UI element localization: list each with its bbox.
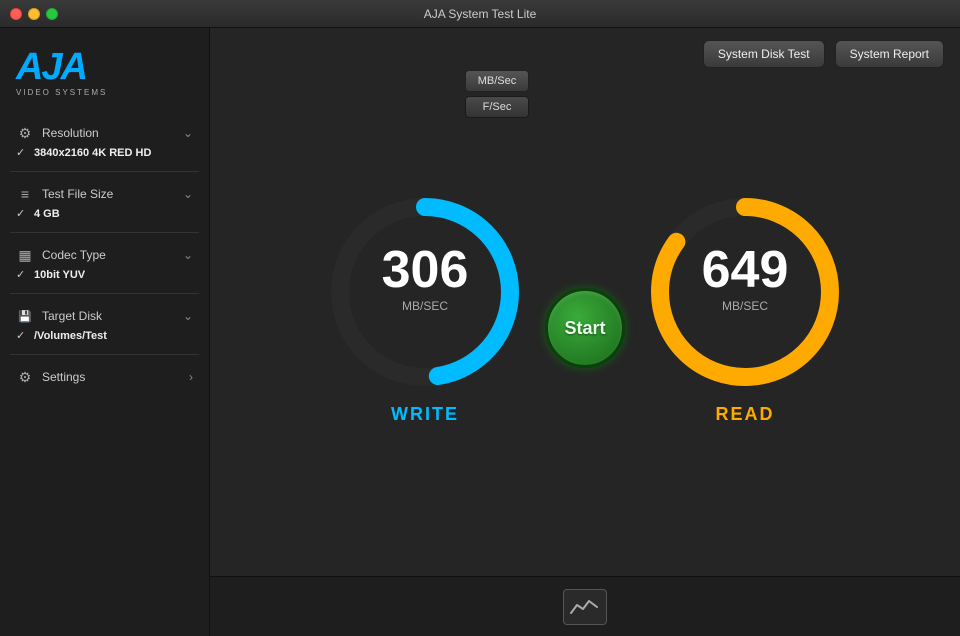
sidebar-item-settings: ⚙ Settings › <box>0 361 209 391</box>
read-label: READ <box>715 404 774 425</box>
sidebar-item-target-disk: 💾 Target Disk ⌄ ✓ /Volumes/Test <box>0 300 209 348</box>
write-unit-text: MB/SEC <box>402 299 448 313</box>
test-file-size-chevron: ⌄ <box>183 187 193 201</box>
target-disk-chevron: ⌄ <box>183 309 193 323</box>
system-disk-test-button[interactable]: System Disk Test <box>703 40 825 68</box>
target-disk-check: ✓ <box>16 329 28 342</box>
write-value-text: 306 <box>382 241 469 299</box>
window-title: AJA System Test Lite <box>424 7 537 21</box>
read-gauge-svg: 649 MB/SEC <box>645 192 845 392</box>
graph-button[interactable] <box>563 589 607 625</box>
read-gauge-wrap: 649 MB/SEC READ <box>645 192 845 425</box>
resolution-row[interactable]: ⚙ Resolution ⌄ <box>10 121 199 145</box>
resolution-value-row: ✓ 3840x2160 4K RED HD <box>10 145 199 163</box>
bottom-bar <box>210 576 960 636</box>
start-button[interactable]: Start <box>545 288 625 368</box>
codec-type-label-row: ▦ Codec Type <box>16 246 106 264</box>
divider-2 <box>10 232 199 233</box>
settings-icon: ⚙ <box>16 368 34 386</box>
test-file-size-row[interactable]: ≡ Test File Size ⌄ <box>10 182 199 206</box>
resolution-label-row: ⚙ Resolution <box>16 124 99 142</box>
divider-3 <box>10 293 199 294</box>
settings-label: Settings <box>42 370 85 384</box>
sidebar: AJA VIDEO SYSTEMS ⚙ Resolution ⌄ ✓ 3840x… <box>0 28 210 636</box>
close-button[interactable] <box>10 8 22 20</box>
codec-type-value-row: ✓ 10bit YUV <box>10 267 199 285</box>
divider-1 <box>10 171 199 172</box>
start-wrap: Start <box>545 288 625 368</box>
codec-type-label: Codec Type <box>42 248 106 262</box>
gauges-area: MB/Sec F/Sec 306 MB/SEC WRITE <box>210 80 960 576</box>
resolution-check: ✓ <box>16 146 28 159</box>
write-gauge-wrap: 306 MB/SEC WRITE <box>325 192 525 425</box>
logo-area: AJA VIDEO SYSTEMS <box>0 38 209 117</box>
target-disk-label: Target Disk <box>42 309 102 323</box>
resolution-chevron: ⌄ <box>183 126 193 140</box>
codec-type-chevron: ⌄ <box>183 248 193 262</box>
sidebar-item-test-file-size: ≡ Test File Size ⌄ ✓ 4 GB <box>0 178 209 226</box>
target-disk-value-row: ✓ /Volumes/Test <box>10 328 199 346</box>
read-unit-text: MB/SEC <box>722 299 768 313</box>
aja-logo: AJA VIDEO SYSTEMS <box>16 48 193 97</box>
mb-sec-button[interactable]: MB/Sec <box>465 70 529 92</box>
app-container: AJA VIDEO SYSTEMS ⚙ Resolution ⌄ ✓ 3840x… <box>0 28 960 636</box>
write-gauge-svg: 306 MB/SEC <box>325 192 525 392</box>
settings-row[interactable]: ⚙ Settings › <box>10 365 199 389</box>
title-bar: AJA System Test Lite <box>0 0 960 28</box>
resolution-value: 3840x2160 4K RED HD <box>34 147 151 159</box>
sidebar-item-codec-type: ▦ Codec Type ⌄ ✓ 10bit YUV <box>0 239 209 287</box>
test-file-size-label-row: ≡ Test File Size <box>16 185 113 203</box>
settings-chevron: › <box>189 370 193 384</box>
test-file-size-check: ✓ <box>16 207 28 220</box>
divider-4 <box>10 354 199 355</box>
graph-icon <box>569 595 601 619</box>
test-file-size-icon: ≡ <box>16 185 34 203</box>
unit-buttons: MB/Sec F/Sec <box>465 70 529 118</box>
codec-type-check: ✓ <box>16 268 28 281</box>
maximize-button[interactable] <box>46 8 58 20</box>
gauge-container: 306 MB/SEC WRITE Start <box>325 192 845 425</box>
minimize-button[interactable] <box>28 8 40 20</box>
codec-type-icon: ▦ <box>16 246 34 264</box>
sidebar-item-resolution: ⚙ Resolution ⌄ ✓ 3840x2160 4K RED HD <box>0 117 209 165</box>
target-disk-row[interactable]: 💾 Target Disk ⌄ <box>10 304 199 328</box>
main-content: System Disk Test System Report MB/Sec F/… <box>210 28 960 636</box>
codec-type-row[interactable]: ▦ Codec Type ⌄ <box>10 243 199 267</box>
codec-type-value: 10bit YUV <box>34 269 85 281</box>
test-file-size-value-row: ✓ 4 GB <box>10 206 199 224</box>
toolbar: System Disk Test System Report <box>210 28 960 80</box>
resolution-label: Resolution <box>42 126 99 140</box>
read-value-text: 649 <box>702 241 789 299</box>
target-disk-value: /Volumes/Test <box>34 330 107 342</box>
target-disk-label-row: 💾 Target Disk <box>16 307 102 325</box>
brand-subtitle: VIDEO SYSTEMS <box>16 88 107 97</box>
brand-name: AJA <box>16 48 86 86</box>
resolution-icon: ⚙ <box>16 124 34 142</box>
write-label: WRITE <box>391 404 459 425</box>
test-file-size-value: 4 GB <box>34 208 60 220</box>
settings-label-row: ⚙ Settings <box>16 368 85 386</box>
system-report-button[interactable]: System Report <box>835 40 944 68</box>
target-disk-icon: 💾 <box>16 307 34 325</box>
window-controls[interactable] <box>10 8 58 20</box>
test-file-size-label: Test File Size <box>42 187 113 201</box>
f-sec-button[interactable]: F/Sec <box>465 96 529 118</box>
